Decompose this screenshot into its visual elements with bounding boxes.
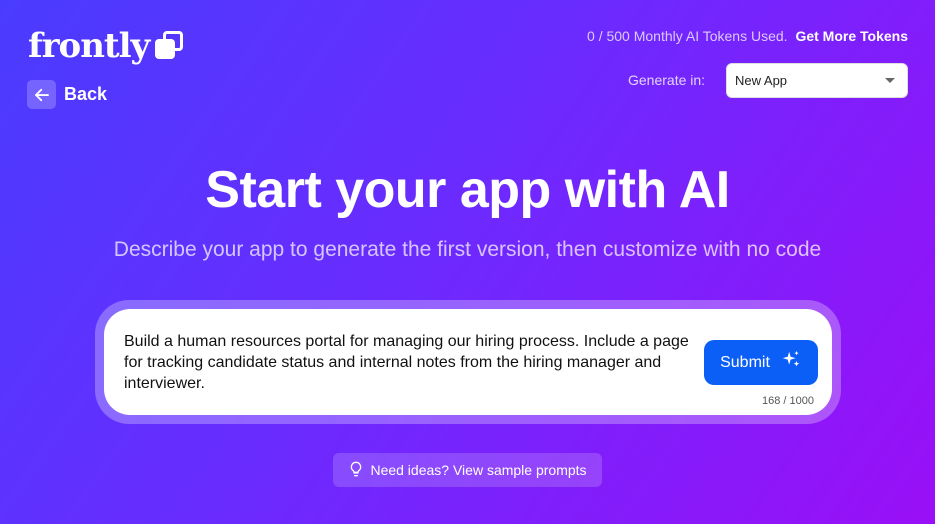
page-title: Start your app with AI — [205, 161, 730, 219]
token-usage: 0 / 500 Monthly AI Tokens Used. Get More… — [587, 28, 908, 44]
submit-label: Submit — [720, 353, 770, 371]
character-counter: 168 / 1000 — [762, 395, 814, 407]
generate-in-select[interactable]: New App — [726, 63, 908, 98]
generate-in-label: Generate in: — [628, 72, 706, 88]
arrow-left-icon — [27, 80, 56, 109]
page-subtitle: Describe your app to generate the first … — [113, 238, 822, 261]
prompt-input[interactable]: Build a human resources portal for manag… — [124, 331, 704, 394]
token-usage-text: 0 / 500 Monthly AI Tokens Used. — [587, 28, 788, 44]
chevron-down-icon — [885, 78, 895, 83]
submit-button[interactable]: Submit — [704, 340, 818, 385]
sample-prompts-label: Need ideas? View sample prompts — [370, 462, 587, 478]
prompt-container: Build a human resources portal for manag… — [95, 300, 841, 424]
back-button[interactable]: Back — [27, 80, 107, 109]
lightbulb-icon — [348, 461, 364, 480]
stacked-squares-icon — [153, 29, 185, 63]
sparkles-icon — [780, 349, 802, 376]
get-more-tokens-link[interactable]: Get More Tokens — [795, 28, 908, 44]
back-label: Back — [64, 84, 108, 104]
sample-prompts-button[interactable]: Need ideas? View sample prompts — [333, 453, 602, 487]
generate-in-value: New App — [735, 73, 788, 88]
brand-name: frontly — [28, 26, 150, 66]
brand-logo[interactable]: frontly — [28, 26, 185, 66]
prompt-box: Build a human resources portal for manag… — [104, 309, 832, 415]
